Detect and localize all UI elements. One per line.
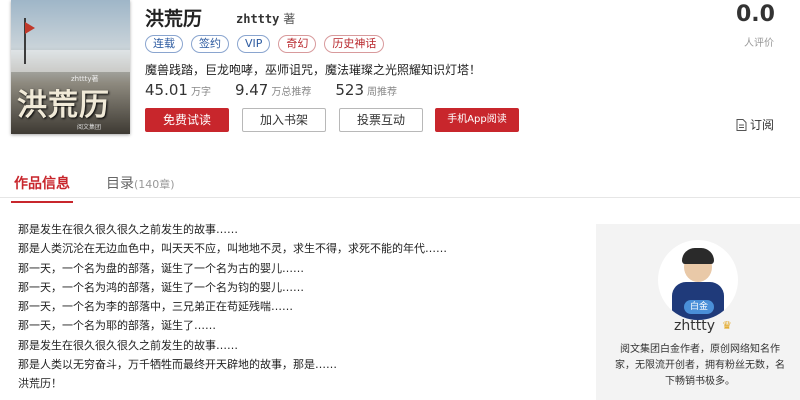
book-title: 洪荒历 (145, 8, 203, 30)
tab-book-info[interactable]: 作品信息 (11, 173, 73, 203)
rating-count: 人评价 (744, 38, 774, 49)
author-name[interactable]: zhttty (674, 318, 715, 334)
synopsis-line: 那一天，一个名为盘的部落，诞生了一个名为古的婴儿…… (18, 261, 304, 275)
synopsis-line: 那是人类以无穷奋斗，万千牺牲而最终开天辟地的故事，那是…… (18, 358, 337, 372)
tab-toc-label: 目录 (106, 176, 134, 192)
tag-signed[interactable]: 签约 (191, 35, 229, 53)
book-tabs: 作品信息 目录(140章) (0, 168, 800, 203)
author-card: 白金 zhttty ♛ 阅文集团白金作者，原创网络知名作家，无限流开创者，拥有粉… (596, 224, 800, 400)
total-recommend: 9.47 (234, 81, 269, 99)
vote-button[interactable]: 投票互动 (339, 108, 423, 132)
synopsis-line: 那是发生在很久很久很久之前发生的故事…… (18, 338, 238, 352)
avatar-hair (682, 248, 714, 264)
tab-toc-count: (140章) (134, 178, 175, 191)
book-cover[interactable]: zhttty著 洪荒历 阅文集团 (11, 0, 130, 134)
synopsis-line: 那是发生在很久很久很久之前发生的故事…… (18, 223, 238, 236)
author-level-badge: 白金 (684, 300, 714, 314)
tag-serializing[interactable]: 连载 (145, 35, 183, 53)
add-shelf-button[interactable]: 加入书架 (242, 108, 326, 132)
author-link[interactable]: zhttty (236, 12, 279, 26)
subscribe-label: 订阅 (750, 118, 775, 132)
crown-icon: ♛ (722, 319, 732, 332)
free-read-button[interactable]: 免费试读 (145, 108, 229, 132)
rating-score: 0.0 (736, 2, 775, 27)
cover-publisher: 阅文集团 (77, 124, 102, 131)
app-read-button[interactable]: 手机App阅读 (435, 108, 519, 132)
document-icon (736, 118, 747, 131)
book-intro: 魔兽践踏，巨龙咆哮，巫师诅咒，魔法璀璨之光照耀知识灯塔！ (145, 63, 482, 77)
author-bio: 阅文集团白金作者，原创网络知名作家，无限流开创者，拥有粉丝无数，名下畅销书极多。 (615, 344, 785, 387)
synopsis-line: 那是人类沉沦在无边血色中，叫天天不应，叫地地不灵，求生不得，求死不能的年代…… (18, 242, 447, 256)
word-count: 45.01 (145, 81, 188, 99)
cover-flag-icon (25, 22, 35, 34)
word-count-unit: 万字 (190, 87, 211, 98)
cover-mist (11, 50, 130, 72)
subscribe-button[interactable]: 订阅 (736, 116, 774, 133)
synopsis-line: 那一天，一个名为李的部落中，三兄弟正在苟延残喘…… (18, 300, 293, 314)
book-stats: 45.01 万字 9.47 万总推荐 523 周推荐 (145, 81, 421, 99)
tag-list: 连载 签约 VIP 奇幻 历史神话 (145, 35, 385, 53)
book-author: zhttty 著 (236, 10, 295, 27)
tag-fantasy[interactable]: 奇幻 (278, 35, 317, 53)
book-synopsis: 那是发生在很久很久很久之前发生的故事…… 那是人类沉沦在无边血色中，叫天天不应，… (18, 220, 578, 394)
synopsis-line: 洪荒历！ (18, 377, 62, 391)
weekly-recommend: 523 (335, 81, 364, 99)
author-suffix: 著 (283, 12, 296, 26)
synopsis-line: 那一天，一个名为鸿的部落，诞生了一个名为钧的婴儿…… (18, 280, 304, 294)
total-recommend-unit: 万总推荐 (271, 87, 312, 98)
tab-toc[interactable]: 目录(140章) (106, 173, 175, 193)
weekly-recommend-unit: 周推荐 (367, 87, 397, 98)
cover-title: 洪荒历 (17, 88, 110, 123)
synopsis-line: 那一天，一个名为耶的部落，诞生了…… (18, 319, 216, 333)
tag-history-myth[interactable]: 历史神话 (324, 35, 385, 53)
tag-vip[interactable]: VIP (237, 35, 271, 53)
